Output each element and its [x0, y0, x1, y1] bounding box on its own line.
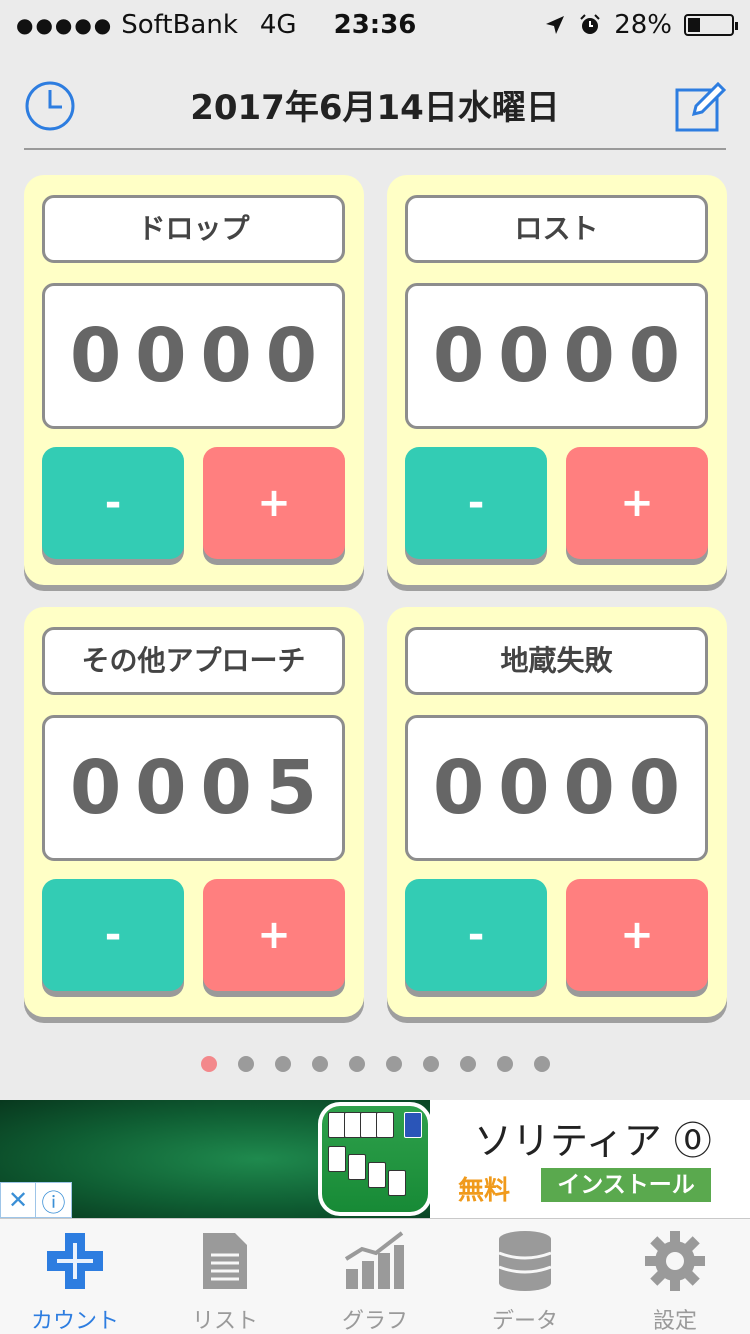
- counter-card-jizo-fail: 地蔵失敗 0 0 0 0 - +: [387, 607, 727, 1017]
- tab-count[interactable]: カウント: [0, 1219, 150, 1334]
- page-dot[interactable]: [422, 1056, 439, 1072]
- counter-display: 0 0 0 0: [405, 715, 708, 861]
- battery-level: [688, 18, 700, 32]
- tab-label: データ: [491, 1309, 558, 1334]
- header-divider: [24, 148, 726, 150]
- ad-app-name: ソリティア ⓪: [474, 1119, 712, 1163]
- tab-label: 設定: [652, 1309, 697, 1334]
- tab-bar: カウント リスト グラフ データ 設定: [0, 1218, 750, 1334]
- counter-digit: 0: [69, 313, 122, 399]
- decrement-button[interactable]: -: [405, 879, 547, 991]
- counter-digit: 0: [498, 745, 550, 831]
- page-dot[interactable]: [274, 1056, 291, 1072]
- battery-icon: [684, 14, 738, 36]
- counter-digit: 0: [563, 313, 615, 399]
- gear-icon: [645, 1231, 705, 1291]
- counter-card-other-approach: その他アプローチ 0 0 0 5 - +: [24, 607, 364, 1017]
- decrement-button[interactable]: -: [405, 447, 547, 559]
- tab-list[interactable]: リスト: [150, 1219, 300, 1334]
- counter-name: ドロップ: [42, 195, 345, 263]
- page-dot[interactable]: [459, 1056, 476, 1072]
- page-dot[interactable]: [348, 1056, 365, 1072]
- counter-digit: 5: [265, 745, 318, 831]
- battery-percent: 28%: [614, 10, 672, 40]
- tab-graph[interactable]: グラフ: [300, 1219, 450, 1334]
- ad-close-icon[interactable]: ✕: [1, 1183, 37, 1217]
- alarm-icon: [580, 14, 600, 34]
- page-dot[interactable]: [200, 1056, 217, 1072]
- decrement-button[interactable]: -: [42, 879, 184, 991]
- ad-install-button[interactable]: インストール: [541, 1168, 711, 1202]
- page-dot[interactable]: [533, 1056, 550, 1072]
- increment-button[interactable]: +: [566, 879, 708, 991]
- counter-digit: 0: [135, 745, 187, 831]
- counter-card-lost: ロスト 0 0 0 0 - +: [387, 175, 727, 585]
- counter-digit: 0: [200, 745, 252, 831]
- page-dot[interactable]: [496, 1056, 513, 1072]
- tab-label: カウント: [30, 1309, 119, 1334]
- page-dot[interactable]: [237, 1056, 254, 1072]
- counter-name: ロスト: [405, 195, 708, 263]
- plus-cross-icon: [47, 1233, 103, 1289]
- increment-button[interactable]: +: [203, 879, 345, 991]
- tab-label: グラフ: [341, 1309, 408, 1334]
- database-icon: [498, 1231, 552, 1291]
- counter-digit: 0: [432, 313, 485, 399]
- tab-settings[interactable]: 設定: [600, 1219, 750, 1334]
- counter-digit: 0: [69, 745, 122, 831]
- counter-card-drop: ドロップ 0 0 0 0 - +: [24, 175, 364, 585]
- tab-label: リスト: [191, 1309, 258, 1334]
- counter-name: その他アプローチ: [42, 627, 345, 695]
- counter-digit: 0: [265, 313, 318, 399]
- decrement-button[interactable]: -: [42, 447, 184, 559]
- page-title: 2017年6月14日水曜日: [190, 88, 560, 128]
- header: 2017年6月14日水曜日: [0, 60, 750, 150]
- increment-button[interactable]: +: [566, 447, 708, 559]
- ad-app-icon[interactable]: [318, 1102, 432, 1216]
- counter-digit: 0: [135, 313, 187, 399]
- counter-display: 0 0 0 5: [42, 715, 345, 861]
- counter-digit: 0: [563, 745, 615, 831]
- counter-digit: 0: [628, 313, 681, 399]
- ad-price: 無料: [458, 1176, 511, 1206]
- tab-data[interactable]: データ: [450, 1219, 600, 1334]
- ad-banner[interactable]: ソリティア ⓪ 無料 インストール ✕ ⓘ: [0, 1100, 750, 1218]
- document-icon: [203, 1233, 247, 1289]
- counter-digit: 0: [628, 745, 681, 831]
- increment-button[interactable]: +: [203, 447, 345, 559]
- ad-controls: ✕ ⓘ: [0, 1182, 72, 1218]
- counter-digit: 0: [200, 313, 252, 399]
- counter-name: 地蔵失敗: [405, 627, 708, 695]
- chart-icon: [344, 1231, 404, 1289]
- page-dot[interactable]: [311, 1056, 328, 1072]
- edit-icon[interactable]: [672, 78, 728, 134]
- page-indicator[interactable]: [0, 1056, 750, 1072]
- counter-display: 0 0 0 0: [405, 283, 708, 429]
- page-dot[interactable]: [385, 1056, 402, 1072]
- counter-digit: 0: [432, 745, 485, 831]
- ad-info-icon[interactable]: ⓘ: [36, 1183, 71, 1217]
- location-arrow-icon: [546, 16, 565, 34]
- status-bar: ●●●●● SoftBank 4G 23:36 28%: [0, 0, 750, 50]
- counter-digit: 0: [498, 313, 550, 399]
- counter-display: 0 0 0 0: [42, 283, 345, 429]
